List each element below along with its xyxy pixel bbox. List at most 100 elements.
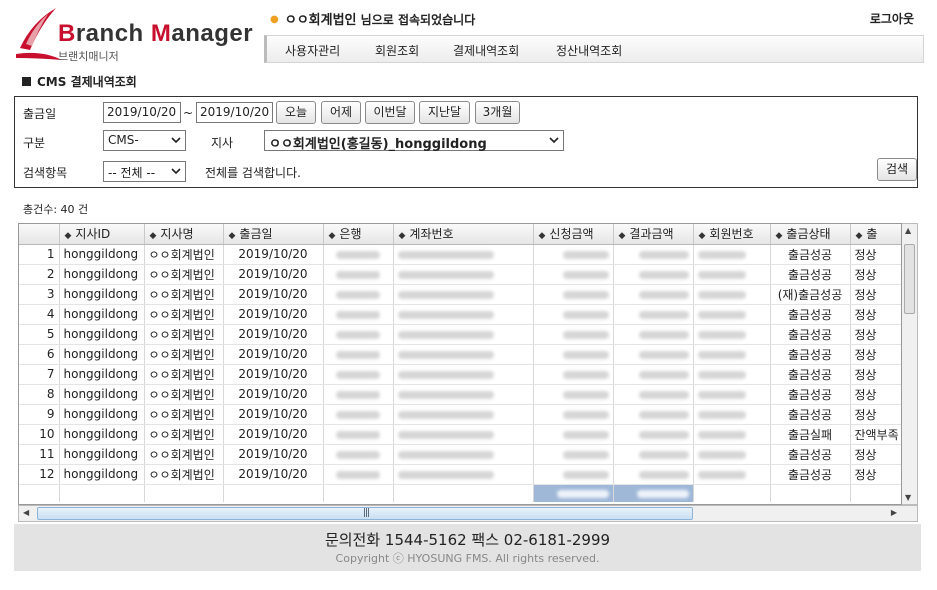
logout-link[interactable]: 로그아웃 — [870, 10, 914, 27]
three-months-button[interactable]: 3개월 — [475, 101, 520, 124]
horizontal-scrollbar[interactable]: ◀ ||| ▶ — [18, 505, 918, 522]
scroll-down-icon[interactable]: ▼ — [905, 493, 911, 502]
table-row[interactable]: 2 honggildong ㅇㅇ회계법인 2019/10/20 출금성공 정상 — [19, 264, 901, 285]
scroll-up-icon[interactable]: ▲ — [905, 226, 911, 235]
col-header-branch-id[interactable]: ◆ 지사ID — [59, 224, 145, 245]
col-header-result-amount[interactable]: ◆ 결과금액 — [613, 224, 694, 245]
search-field-select[interactable]: -- 전체 -- — [103, 161, 186, 182]
last-month-button[interactable]: 지난달 — [419, 101, 470, 124]
table-row[interactable]: 11 honggildong ㅇㅇ회계법인 2019/10/20 출금성공 정상 — [19, 444, 901, 465]
sort-arrows-icon[interactable]: ◆ — [776, 231, 783, 241]
scroll-left-icon[interactable]: ◀ — [23, 508, 29, 517]
summary-cell — [223, 484, 324, 502]
sort-arrows-icon[interactable]: ◆ — [150, 231, 157, 241]
cell-request-amount — [533, 304, 614, 325]
row-number: 11 — [19, 444, 60, 465]
search-button[interactable]: 검색 — [877, 158, 917, 181]
branch-select[interactable]: ㅇㅇ회계법인(홍길동)_honggildong — [264, 130, 564, 152]
redacted-value — [697, 270, 746, 279]
menu-user-management[interactable]: 사용자관리 — [285, 42, 340, 59]
table-row[interactable]: 12 honggildong ㅇㅇ회계법인 2019/10/20 출금성공 정상 — [19, 464, 901, 485]
cell-branch-name: ㅇㅇ회계법인 — [144, 424, 224, 445]
sort-arrows-icon[interactable]: ◆ — [619, 231, 626, 241]
today-button[interactable]: 오늘 — [276, 101, 316, 124]
col-header-extra[interactable]: ◆ 출 — [850, 224, 901, 245]
cell-status: (재)출금성공 — [770, 284, 851, 305]
col-header-no — [19, 224, 60, 245]
sort-arrows-icon[interactable]: ◆ — [539, 231, 546, 241]
col-header-label: 지사ID — [75, 227, 111, 242]
table-row[interactable]: 7 honggildong ㅇㅇ회계법인 2019/10/20 출금성공 정상 — [19, 364, 901, 385]
redacted-value — [638, 450, 689, 459]
table-row[interactable]: 6 honggildong ㅇㅇ회계법인 2019/10/20 출금성공 정상 — [19, 344, 901, 365]
cell-member-no — [693, 264, 771, 285]
redacted-value — [697, 430, 746, 439]
redacted-value — [562, 270, 609, 279]
logo[interactable]: Branch Manager 브랜치매니저 — [12, 4, 257, 64]
cell-status: 출금성공 — [770, 444, 851, 465]
yesterday-button[interactable]: 어제 — [321, 101, 361, 124]
redacted-value — [697, 250, 746, 259]
menu-settlement-history[interactable]: 정산내역조회 — [556, 42, 622, 59]
horizontal-scroll-thumb[interactable]: ||| — [37, 507, 693, 520]
cell-branch-id: honggildong — [59, 344, 145, 365]
col-header-bank[interactable]: ◆ 은행 — [323, 224, 394, 245]
redacted-value — [397, 430, 494, 439]
sort-arrows-icon[interactable]: ◆ — [856, 231, 863, 241]
sort-arrows-icon[interactable]: ◆ — [699, 231, 706, 241]
col-header-account[interactable]: ◆ 계좌번호 — [393, 224, 534, 245]
row-number: 5 — [19, 324, 60, 345]
col-header-date[interactable]: ◆ 출금일 — [223, 224, 324, 245]
table-row[interactable]: 1 honggildong ㅇㅇ회계법인 2019/10/20 출금성공 정상 — [19, 244, 901, 265]
col-header-status[interactable]: ◆ 출금상태 — [770, 224, 851, 245]
row-number: 2 — [19, 264, 60, 285]
redacted-value — [562, 350, 609, 359]
scroll-right-icon[interactable]: ▶ — [891, 508, 897, 517]
cell-note: 정상 — [850, 284, 901, 305]
redacted-value — [336, 430, 380, 439]
col-header-member-no[interactable]: ◆ 회원번호 — [693, 224, 771, 245]
cell-status: 출금성공 — [770, 304, 851, 325]
cell-branch-name: ㅇㅇ회계법인 — [144, 244, 224, 265]
col-header-branch-name[interactable]: ◆ 지사명 — [144, 224, 224, 245]
table-row[interactable]: 8 honggildong ㅇㅇ회계법인 2019/10/20 출금성공 정상 — [19, 384, 901, 405]
cell-result-amount — [613, 344, 694, 365]
table-row[interactable]: 10 honggildong ㅇㅇ회계법인 2019/10/20 출금실패 잔액부족 — [19, 424, 901, 445]
sort-arrows-icon[interactable]: ◆ — [65, 231, 72, 241]
menu-member-search[interactable]: 회원조회 — [375, 42, 419, 59]
redacted-value — [638, 250, 689, 259]
cell-request-amount — [533, 244, 614, 265]
row-number: 7 — [19, 364, 60, 385]
cell-bank — [323, 404, 394, 425]
cell-member-no — [693, 464, 771, 485]
col-header-request-amount[interactable]: ◆ 신청금액 — [533, 224, 614, 245]
date-to-input[interactable]: 2019/10/20 — [196, 102, 273, 123]
sort-arrows-icon[interactable]: ◆ — [329, 231, 336, 241]
vertical-scrollbar[interactable]: ▲ ▼ — [902, 223, 918, 505]
sort-arrows-icon[interactable]: ◆ — [399, 231, 406, 241]
cell-account — [393, 244, 534, 265]
date-from-input[interactable]: 2019/10/20 — [103, 102, 181, 123]
redacted-value — [562, 410, 609, 419]
this-month-button[interactable]: 이번달 — [365, 101, 415, 124]
total-count: 총건수: 40 건 — [23, 203, 89, 216]
menu-payment-history[interactable]: 결제내역조회 — [453, 42, 519, 59]
table-row[interactable]: 4 honggildong ㅇㅇ회계법인 2019/10/20 출금성공 정상 — [19, 304, 901, 325]
table-row[interactable]: 5 honggildong ㅇㅇ회계법인 2019/10/20 출금성공 정상 — [19, 324, 901, 345]
summary-cell — [693, 484, 771, 502]
sort-arrows-icon[interactable]: ◆ — [229, 231, 236, 241]
redacted-value — [562, 290, 609, 299]
summary-cell — [770, 484, 851, 502]
cell-status: 출금성공 — [770, 324, 851, 345]
vertical-scroll-thumb[interactable] — [904, 244, 915, 314]
cell-status: 출금성공 — [770, 464, 851, 485]
table-row[interactable]: 3 honggildong ㅇㅇ회계법인 2019/10/20 (재)출금성공 정상 — [19, 284, 901, 305]
table-row[interactable]: 9 honggildong ㅇㅇ회계법인 2019/10/20 출금성공 정상 — [19, 404, 901, 425]
type-select[interactable]: CMS- — [103, 130, 186, 151]
cell-request-amount — [533, 404, 614, 425]
redacted-value — [397, 270, 494, 279]
redacted-value — [697, 370, 746, 379]
cell-note: 정상 — [850, 404, 901, 425]
cell-date: 2019/10/20 — [223, 344, 324, 365]
cell-branch-id: honggildong — [59, 304, 145, 325]
